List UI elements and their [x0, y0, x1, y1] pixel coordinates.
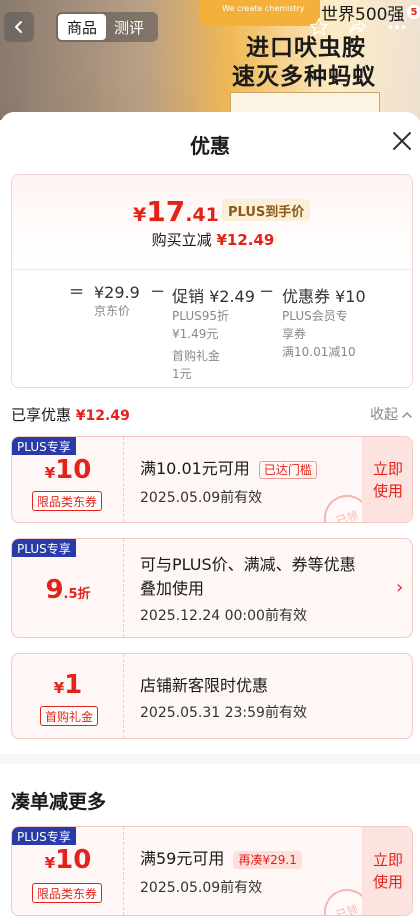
use-coupon-label: 立即 使用	[372, 851, 403, 891]
enjoyed-discount: 已享优惠 ¥12.49	[11, 404, 130, 425]
formula-promotion: 促销 ¥2.49 PLUS95折 ¥1.49元 首购礼金 1元	[172, 283, 255, 383]
coupon-category: 限品类东券	[32, 491, 103, 511]
coupon-condition: 满59元可用 再凑¥29.1	[140, 847, 302, 871]
use-coupon-button[interactable]: 立即 使用	[362, 827, 412, 915]
coupon-note: 享券	[282, 327, 307, 341]
final-price: ¥17.41	[133, 195, 219, 228]
sheet-title: 优惠	[190, 134, 230, 158]
coupon-amount: ¥1	[12, 670, 124, 700]
promotion-note: 1元	[172, 367, 192, 381]
coupon-expiry: 2025.12.24 00:00前有效	[140, 608, 307, 624]
share-button[interactable]	[342, 12, 372, 42]
promotion-note: ¥1.49元	[172, 327, 219, 341]
minus-sign: −	[259, 281, 275, 302]
coupon-amount-value: 1	[64, 670, 83, 700]
coupon-currency: ¥	[44, 854, 56, 872]
coupon-condition-text: 满10.01元可用	[140, 459, 250, 478]
plus-price-tag: PLUS到手价	[222, 199, 311, 221]
coupon-condition-text-2: 叠加使用	[140, 579, 205, 598]
ad-headline-2: 速灭多种蚂蚁	[232, 64, 376, 90]
notification-badge: 5	[407, 5, 420, 19]
more-button[interactable]	[382, 12, 412, 42]
coupon-card: PLUS专享 ¥10 限品类东券 满59元可用 再凑¥29.1 2025.05.…	[11, 826, 413, 916]
threshold-tag: 已达门槛	[258, 460, 317, 479]
tab-product[interactable]: 商品	[58, 14, 106, 40]
coupon-card: PLUS专享 ¥10 限品类东券 满10.01元可用 已达门槛 2025.05.…	[11, 436, 413, 523]
use-coupon-label: 立即 使用	[372, 459, 403, 500]
coupon-expiry: 2025.05.09前有效	[140, 490, 263, 506]
purchase-discount-label: 购买立减	[151, 231, 212, 249]
coupon-card[interactable]: PLUS专享 9.5折 可与PLUS价、满减、券等优惠 叠加使用 2025.12…	[11, 538, 413, 638]
price-breakdown: ¥17.41 PLUS到手价 购买立减 ¥12.49 = ¥29.9 京东价 −…	[11, 174, 413, 388]
formula-coupon: 优惠券 ¥10 PLUS会员专 享券 满10.01减10	[282, 283, 366, 361]
coupon-note: 满10.01减10	[282, 345, 356, 359]
more-discount-title: 凑单减更多	[11, 791, 107, 813]
close-icon[interactable]	[390, 129, 414, 153]
purchase-discount-value: ¥12.49	[216, 231, 275, 249]
chevron-left-icon	[15, 21, 22, 33]
base-price-label: 京东价	[94, 304, 131, 318]
more-dots-icon	[388, 25, 406, 29]
coupon-condition-text: 满59元可用	[140, 849, 225, 868]
coupon-amount-value: 10	[55, 455, 92, 485]
nav-tabs: 商品 测评	[56, 12, 158, 42]
promotion-note: 首购礼金	[172, 349, 221, 363]
chevron-up-icon	[402, 412, 413, 418]
use-coupon-button[interactable]: 立即 使用	[362, 437, 412, 522]
promotion-value: 促销 ¥2.49	[172, 287, 255, 306]
coupon-expiry: 2025.05.09前有效	[140, 880, 263, 896]
share-icon	[348, 19, 366, 34]
coupon-fraction: .5折	[63, 587, 91, 602]
final-price-currency: ¥	[133, 204, 147, 226]
coupon-category: 限品类东券	[32, 883, 103, 903]
coupon-amount: ¥10	[12, 455, 124, 485]
coupon-condition: 可与PLUS价、满减、券等优惠 叠加使用	[140, 553, 356, 601]
coupon-category: 首购礼金	[40, 706, 99, 726]
section-divider	[0, 754, 420, 764]
coupon-amount: 9.5折	[12, 575, 124, 605]
collapse-button[interactable]: 收起	[370, 404, 413, 424]
base-price-value: ¥29.9	[94, 283, 140, 302]
enjoyed-label: 已享优惠	[11, 406, 72, 424]
chevron-right-icon: ›	[396, 577, 404, 598]
star-icon	[310, 18, 328, 36]
bottle-slogan: We create chemistry	[222, 4, 305, 13]
favorite-button[interactable]	[304, 12, 334, 42]
promotion-note: PLUS95折	[172, 309, 229, 323]
coupon-amount: ¥10	[12, 845, 124, 875]
coupon-condition-text: 可与PLUS价、满减、券等优惠	[140, 555, 356, 574]
minus-sign: −	[150, 281, 166, 302]
collapse-label: 收起	[370, 407, 398, 423]
final-price-integer: 17	[146, 195, 186, 228]
tab-review[interactable]: 测评	[106, 14, 152, 40]
coupon-amount-value: 10	[55, 845, 92, 875]
equals-sign: =	[69, 281, 85, 302]
coupon-currency: ¥	[53, 679, 65, 697]
add-more-tag: 再凑¥29.1	[233, 850, 302, 869]
coupon-value: 优惠券 ¥10	[282, 287, 366, 306]
coupon-condition: 满10.01元可用 已达门槛	[140, 457, 317, 481]
coupon-card: ¥1 首购礼金 店铺新客限时优惠 2025.05.31 23:59前有效	[11, 653, 413, 739]
coupon-condition: 店铺新客限时优惠	[140, 676, 269, 695]
plus-exclusive-badge: PLUS专享	[12, 539, 76, 557]
plus-exclusive-badge: PLUS专享	[12, 827, 76, 845]
plus-exclusive-badge: PLUS专享	[12, 437, 76, 455]
enjoyed-value: ¥12.49	[75, 408, 130, 424]
formula-base-price: ¥29.9 京东价	[94, 283, 140, 320]
final-price-decimal: .41	[185, 204, 219, 226]
back-button[interactable]	[4, 12, 34, 42]
purchase-discount: 购买立减 ¥12.49	[12, 229, 412, 250]
coupon-amount-value: 9	[45, 575, 64, 605]
divider	[12, 269, 412, 270]
discount-sheet: 优惠 ¥17.41 PLUS到手价 购买立减 ¥12.49 = ¥29.9 京东…	[0, 112, 420, 921]
coupon-expiry: 2025.05.31 23:59前有效	[140, 705, 307, 721]
coupon-currency: ¥	[44, 464, 56, 482]
coupon-note: PLUS会员专	[282, 309, 348, 323]
